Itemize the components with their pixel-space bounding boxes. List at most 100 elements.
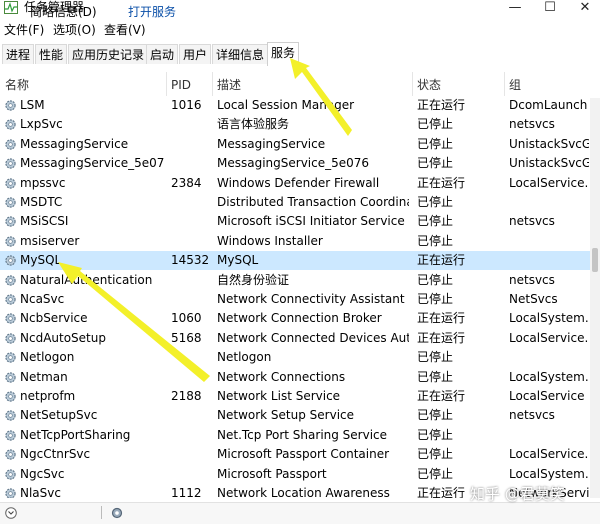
service-name: NaturalAuthentication <box>20 272 153 287</box>
service-status: 已停止 <box>417 466 454 481</box>
service-row[interactable]: LSM 1016 Local Session Manager 正在运行 DcomLaun… <box>0 96 600 115</box>
service-row[interactable]: Netlogon Netlogon 已停止 <box>0 348 600 367</box>
service-row[interactable]: MessagingService MessagingService 已停止 Unist… <box>0 135 600 154</box>
column-pid[interactable]: PID <box>171 78 191 92</box>
service-desc: 语言体验服务 <box>217 117 290 132</box>
service-gear-icon <box>4 468 17 481</box>
service-status: 正在运行 <box>417 311 466 326</box>
column-divider[interactable] <box>504 72 505 96</box>
service-row[interactable]: MessagingService_5e076 MessagingService_5… <box>0 154 600 173</box>
open-services-link[interactable]: 打开服务 <box>128 5 176 19</box>
service-pid: 2384 <box>171 175 202 190</box>
service-name: NlaSvc <box>20 486 61 498</box>
tab-processes[interactable]: 进程 <box>2 44 35 64</box>
service-status: 已停止 <box>417 156 454 171</box>
column-divider[interactable] <box>166 72 167 96</box>
service-group: netsvcs <box>509 214 555 229</box>
service-group: LocalService... <box>509 447 589 462</box>
column-header: 名称 PID 描述 状态 组 <box>0 66 600 98</box>
column-group[interactable]: 组 <box>509 78 521 92</box>
service-status: 已停止 <box>417 233 454 248</box>
service-desc: Microsoft iSCSI Initiator Service <box>217 214 405 229</box>
service-desc: MySQL <box>217 253 259 268</box>
service-desc: Network Connection Broker <box>217 311 382 326</box>
service-row[interactable]: MSiSCSI Microsoft iSCSI Initiator Service… <box>0 212 600 231</box>
menu-file[interactable]: 文件(F) <box>4 22 44 38</box>
tab-services[interactable]: 服务 <box>267 42 300 67</box>
service-row[interactable]: NetSetupSvc Network Setup Service 已停止 netsv… <box>0 406 600 425</box>
service-pid: 1060 <box>171 311 202 326</box>
service-status: 已停止 <box>417 117 454 132</box>
maximize-button[interactable]: ☐ <box>535 0 565 16</box>
service-name: MSDTC <box>20 195 63 209</box>
service-row[interactable]: NaturalAuthentication 自然身份验证 已停止 netsvcs <box>0 271 600 290</box>
service-row[interactable]: Netman Network Connections 已停止 LocalSystem.… <box>0 368 600 387</box>
service-row[interactable]: NcbService 1060 Network Connection Broker 正… <box>0 309 600 328</box>
service-group: netsvcs <box>509 272 555 287</box>
minimize-button[interactable]: — <box>500 0 530 16</box>
service-pid: 5168 <box>171 330 202 345</box>
service-desc: MessagingService <box>217 136 326 151</box>
collapse-chevron-icon[interactable] <box>5 507 17 519</box>
service-gear-icon <box>4 371 17 384</box>
service-name: LxpSvc <box>20 117 63 132</box>
service-desc: Network List Service <box>217 389 341 403</box>
tab-users[interactable]: 用户 <box>179 44 212 64</box>
service-row[interactable]: msiserver Windows Installer 已停止 <box>0 232 600 251</box>
service-name: MessagingService_5e076 <box>20 156 165 171</box>
tab-app-history[interactable]: 应用历史记录 <box>68 44 149 64</box>
service-gear-icon <box>4 487 17 498</box>
service-row[interactable]: MSDTC Distributed Transaction Coordina...… <box>0 193 600 212</box>
service-status: 已停止 <box>417 195 454 209</box>
column-divider[interactable] <box>412 72 413 96</box>
fewer-details-link[interactable]: 简略信息(D) <box>30 5 97 19</box>
service-row[interactable]: LxpSvc 语言体验服务 已停止 netsvcs <box>0 115 600 134</box>
service-gear-icon <box>4 390 17 403</box>
service-status: 已停止 <box>417 214 454 229</box>
service-group: NetSvcs <box>509 292 558 306</box>
service-row[interactable]: MySQL 14532 MySQL 正在运行 <box>0 251 600 271</box>
service-name: NetSetupSvc <box>20 408 98 423</box>
service-row[interactable]: netprofm 2188 Network List Service 正在运行 Loca… <box>0 387 600 406</box>
watermark-text: 知乎 @君莫笑 <box>470 485 565 503</box>
close-button[interactable]: ✕ <box>570 0 600 16</box>
column-divider[interactable] <box>212 72 213 96</box>
service-gear-icon <box>4 138 17 151</box>
service-desc: Network Setup Service <box>217 408 355 423</box>
tab-startup[interactable]: 启动 <box>146 44 179 64</box>
service-gear-icon <box>4 118 17 131</box>
menu-view[interactable]: 查看(V) <box>104 22 146 38</box>
service-row[interactable]: NgcCtnrSvc Microsoft Passport Container 已停… <box>0 445 600 464</box>
task-manager-icon <box>4 1 18 14</box>
tab-performance[interactable]: 性能 <box>35 44 68 64</box>
service-row[interactable]: NgcSvc Microsoft Passport 已停止 LocalSystem..… <box>0 465 600 484</box>
column-name[interactable]: 名称 <box>5 78 29 92</box>
service-name: LSM <box>20 98 45 112</box>
column-desc[interactable]: 描述 <box>217 78 241 92</box>
service-name: Netlogon <box>20 350 75 365</box>
service-group: netsvcs <box>509 408 555 423</box>
menu-options[interactable]: 选项(O) <box>53 22 96 38</box>
service-gear-icon <box>4 99 17 112</box>
service-gear-icon <box>4 157 17 170</box>
service-group: LocalService... <box>509 330 589 345</box>
column-status[interactable]: 状态 <box>417 78 441 92</box>
service-row[interactable]: mpssvc 2384 Windows Defender Firewall 正在运行 L… <box>0 174 600 193</box>
vertical-scrollbar[interactable] <box>590 98 600 498</box>
service-gear-icon <box>4 312 17 325</box>
service-gear-icon <box>4 177 17 190</box>
service-gear-icon <box>4 274 17 287</box>
service-row[interactable]: NcdAutoSetup 5168 Network Connected Device… <box>0 329 600 348</box>
service-row[interactable]: NetTcpPortSharing Net.Tcp Port Sharing Se… <box>0 426 600 445</box>
service-group: UnistackSvcG... <box>509 156 589 171</box>
service-desc: Net.Tcp Port Sharing Service <box>217 427 388 442</box>
service-name: MessagingService <box>20 136 129 151</box>
service-gear-icon <box>4 409 17 422</box>
service-status: 已停止 <box>417 369 454 384</box>
service-status: 已停止 <box>417 447 454 462</box>
service-row[interactable]: NcaSvc Network Connectivity Assistant 已停止 N… <box>0 290 600 309</box>
tab-details[interactable]: 详细信息 <box>212 44 269 64</box>
service-gear-icon <box>4 351 17 364</box>
scrollbar-thumb[interactable] <box>592 248 598 272</box>
service-desc: Network Connectivity Assistant <box>217 292 405 306</box>
